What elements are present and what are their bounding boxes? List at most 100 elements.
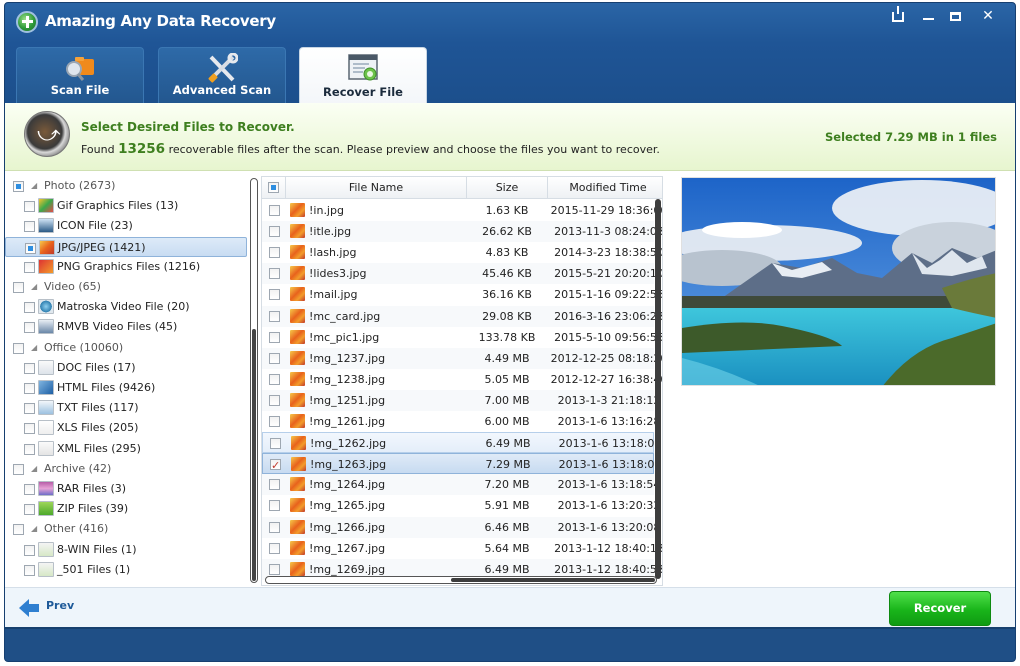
tree-item[interactable]: RMVB Video Files (45) — [5, 317, 247, 337]
tree-checkbox[interactable] — [24, 302, 35, 314]
tree-item[interactable]: ZIP Files (39) — [5, 499, 247, 519]
file-row[interactable]: !itle.jpg 26.62 KB 2013-11-3 08:24:08 — [262, 221, 662, 243]
tree-checkbox[interactable] — [13, 181, 24, 192]
tree-item[interactable]: DOC Files (17) — [5, 358, 247, 378]
tree-checkbox[interactable] — [13, 282, 24, 293]
file-checkbox[interactable] — [269, 542, 280, 554]
tree-checkbox[interactable] — [24, 261, 35, 273]
tree-category[interactable]: ◢ Other (416) — [5, 519, 247, 539]
file-checkbox[interactable] — [269, 479, 280, 491]
file-checkbox[interactable] — [269, 205, 280, 216]
file-list-hscrollbar[interactable] — [265, 576, 657, 584]
tree-checkbox[interactable] — [24, 201, 35, 213]
file-row[interactable]: !mg_1264.jpg 7.20 MB 2013-1-6 13:18:54 — [262, 474, 660, 496]
tree-checkbox[interactable] — [24, 504, 35, 516]
close-button[interactable]: ✕ — [975, 6, 1001, 28]
expand-arrow-icon[interactable]: ◢ — [31, 176, 37, 196]
expand-arrow-icon[interactable]: ◢ — [31, 277, 37, 297]
expand-arrow-icon[interactable]: ◢ — [31, 338, 37, 358]
tab-recover-file[interactable]: Recover File — [299, 47, 427, 105]
expand-arrow-icon[interactable]: ◢ — [31, 459, 37, 479]
file-checkbox[interactable] — [269, 373, 280, 385]
tree-checkbox[interactable] — [13, 342, 24, 354]
column-header-name[interactable]: File Name — [286, 177, 467, 199]
tree-category[interactable]: ◢ Office (10060) — [5, 338, 247, 358]
tree-item[interactable]: Matroska Video File (20) — [5, 297, 247, 317]
file-checkbox[interactable] — [269, 289, 280, 301]
file-row[interactable]: !mg_1263.jpg 7.29 MB 2013-1-6 13:18:08 — [262, 453, 661, 476]
tree-checkbox[interactable] — [24, 423, 35, 435]
tree-checkbox[interactable] — [25, 242, 36, 254]
file-checkbox[interactable] — [269, 247, 280, 259]
tree-item[interactable]: _501 Files (1) — [5, 560, 247, 580]
tree-scrollbar[interactable] — [250, 178, 258, 583]
tree-item[interactable]: JPG/JPEG (1421) — [5, 236, 247, 257]
file-row[interactable]: !lash.jpg 4.83 KB 2014-3-23 18:38:50 — [262, 242, 662, 264]
recover-button[interactable]: Recover — [889, 591, 991, 626]
column-header-modified[interactable]: Modified Time — [548, 177, 662, 199]
tree-checkbox[interactable] — [24, 221, 35, 233]
tree-checkbox[interactable] — [24, 544, 35, 556]
file-row[interactable]: !mg_1238.jpg 5.05 MB 2012-12-27 16:38:40 — [262, 368, 662, 390]
file-checkbox[interactable] — [269, 226, 280, 238]
file-list-hscrollbar-thumb[interactable] — [451, 578, 655, 582]
file-checkbox[interactable] — [270, 438, 281, 450]
tree-checkbox[interactable] — [24, 403, 35, 415]
tree-category[interactable]: ◢ Archive (42) — [5, 459, 247, 479]
tree-scrollbar-thumb[interactable] — [252, 329, 256, 581]
file-checkbox[interactable] — [269, 563, 280, 575]
tree-checkbox[interactable] — [13, 463, 24, 475]
tree-item[interactable]: TXT Files (117) — [5, 398, 247, 418]
maximize-button[interactable] — [942, 6, 968, 28]
file-row[interactable]: !mc_pic1.jpg 133.78 KB 2015-5-10 09:56:56 — [262, 326, 662, 348]
tree-item[interactable]: PNG Graphics Files (1216) — [5, 257, 247, 277]
expand-arrow-icon[interactable]: ◢ — [31, 519, 37, 539]
file-row[interactable]: !mc_card.jpg 29.08 KB 2016-3-16 23:06:28 — [262, 305, 662, 327]
tree-label: Gif Graphics Files (13) — [57, 199, 179, 213]
file-row[interactable]: !mg_1251.jpg 7.00 MB 2013-1-3 21:18:12 — [262, 389, 660, 411]
select-all-checkbox[interactable] — [268, 182, 279, 193]
tree-checkbox[interactable] — [24, 362, 35, 374]
tree-category[interactable]: ◢ Video (65) — [5, 277, 247, 297]
select-all-cell[interactable] — [262, 177, 286, 199]
file-row[interactable]: !mail.jpg 36.16 KB 2015-1-16 09:22:56 — [262, 284, 662, 306]
tree-item[interactable]: XML Files (295) — [5, 439, 247, 459]
file-list-vscrollbar-thumb[interactable] — [655, 199, 661, 579]
minimize-button[interactable] — [915, 6, 941, 28]
file-row[interactable]: !mg_1265.jpg 5.91 MB 2013-1-6 13:20:32 — [262, 495, 660, 517]
file-checkbox[interactable] — [269, 352, 280, 364]
tree-checkbox[interactable] — [13, 524, 24, 536]
tree-checkbox[interactable] — [24, 383, 35, 394]
file-row[interactable]: !mg_1266.jpg 6.46 MB 2013-1-6 13:20:08 — [262, 516, 660, 538]
file-checkbox[interactable] — [269, 310, 280, 322]
tree-category[interactable]: ◢ Photo (2673) — [5, 176, 247, 196]
file-row[interactable]: !lides3.jpg 45.46 KB 2015-5-21 20:20:10 — [262, 263, 662, 285]
file-row[interactable]: !mg_1267.jpg 5.64 MB 2013-1-12 18:40:18 — [262, 537, 662, 559]
download-button[interactable] — [885, 6, 911, 28]
file-checkbox[interactable] — [269, 331, 280, 343]
file-row[interactable]: !mg_1237.jpg 4.49 MB 2012-12-25 08:18:20 — [262, 347, 662, 369]
file-row[interactable]: !in.jpg 1.63 KB 2015-11-29 18:36:00 — [262, 200, 662, 221]
tree-item[interactable]: 8-WIN Files (1) — [5, 540, 247, 560]
file-checkbox[interactable] — [270, 455, 281, 476]
file-checkbox[interactable] — [269, 521, 280, 533]
tree-item[interactable]: ICON File (23) — [5, 216, 247, 236]
file-checkbox[interactable] — [269, 394, 280, 406]
column-header-size[interactable]: Size — [467, 177, 548, 199]
file-row[interactable]: !mg_1261.jpg 6.00 MB 2013-1-6 13:16:28 — [262, 411, 660, 432]
tree-checkbox[interactable] — [24, 564, 35, 576]
tree-item[interactable]: XLS Files (205) — [5, 418, 247, 438]
file-row[interactable]: !mg_1262.jpg 6.49 MB 2013-1-6 13:18:00 — [262, 432, 661, 454]
file-checkbox[interactable] — [269, 416, 280, 427]
tab-scan-file[interactable]: Scan File — [16, 47, 144, 103]
file-checkbox[interactable] — [269, 268, 280, 280]
tree-item[interactable]: HTML Files (9426) — [5, 378, 247, 398]
tree-checkbox[interactable] — [24, 484, 35, 495]
tree-item[interactable]: Gif Graphics Files (13) — [5, 196, 247, 216]
tree-item[interactable]: RAR Files (3) — [5, 479, 247, 499]
tab-advanced-scan[interactable]: Advanced Scan — [158, 47, 286, 103]
tree-checkbox[interactable] — [24, 443, 35, 455]
file-checkbox[interactable] — [269, 500, 280, 512]
tree-checkbox[interactable] — [24, 322, 35, 334]
file-list-vscrollbar[interactable] — [655, 199, 663, 584]
